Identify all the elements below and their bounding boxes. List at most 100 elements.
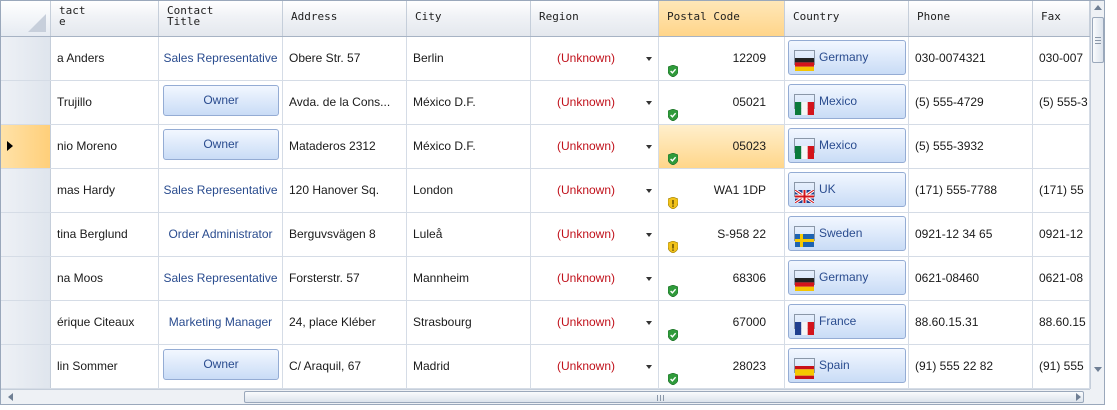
phone-cell[interactable]: (91) 555 22 82	[909, 345, 1033, 388]
address-cell[interactable]: C/ Araquil, 67	[283, 345, 407, 388]
city-cell[interactable]: London	[407, 169, 531, 212]
contact-title-button[interactable]: Owner	[163, 349, 279, 380]
chevron-down-icon[interactable]	[646, 233, 652, 237]
row-header[interactable]	[1, 169, 51, 212]
column-header-region[interactable]: Region	[531, 1, 659, 36]
region-dropdown[interactable]: (Unknown)	[531, 301, 659, 344]
phone-cell[interactable]: 0621-08460	[909, 257, 1033, 300]
contact-name-cell[interactable]: Trujillo	[51, 81, 159, 124]
horizontal-scrollbar[interactable]	[1, 389, 1090, 404]
address-cell[interactable]: 120 Hanover Sq.	[283, 169, 407, 212]
table-row[interactable]: mas Hardy Sales Representative 120 Hanover…	[1, 169, 1090, 213]
chevron-down-icon[interactable]	[646, 321, 652, 325]
contact-name-cell[interactable]: a Anders	[51, 37, 159, 80]
fax-cell[interactable]: (5) 555-3	[1033, 81, 1090, 124]
region-dropdown[interactable]: (Unknown)	[531, 125, 659, 168]
scroll-down-arrow-icon[interactable]	[1094, 367, 1102, 372]
contact-title-button[interactable]: Owner	[163, 85, 279, 116]
table-row[interactable]: tina Berglund Order Administrator Berguvsv…	[1, 213, 1090, 257]
city-cell[interactable]: Berlin	[407, 37, 531, 80]
fax-cell[interactable]: 88.60.15	[1033, 301, 1090, 344]
column-header-name[interactable]: tact e	[51, 1, 159, 36]
vertical-scroll-thumb[interactable]	[1092, 17, 1104, 63]
region-dropdown[interactable]: (Unknown)	[531, 213, 659, 256]
row-header[interactable]	[1, 213, 51, 256]
country-cell[interactable]: Spain	[785, 345, 909, 388]
country-cell[interactable]: Germany	[785, 37, 909, 80]
city-cell[interactable]: Strasbourg	[407, 301, 531, 344]
fax-cell[interactable]: (171) 55	[1033, 169, 1090, 212]
table-row[interactable]: lin Sommer Owner C/ Araquil, 67 Madrid (Unkn…	[1, 345, 1090, 389]
country-button[interactable]: France	[788, 304, 906, 339]
row-header[interactable]	[1, 37, 51, 80]
address-cell[interactable]: Mataderos 2312	[283, 125, 407, 168]
column-header-phone[interactable]: Phone	[909, 1, 1033, 36]
city-cell[interactable]: Luleå	[407, 213, 531, 256]
address-cell[interactable]: 24, place Kléber	[283, 301, 407, 344]
contact-title-cell[interactable]: Marketing Manager	[159, 301, 283, 344]
postal-code-cell[interactable]: 12209	[659, 37, 785, 80]
row-header[interactable]	[1, 81, 51, 124]
select-all-corner[interactable]	[1, 1, 51, 36]
country-button[interactable]: Mexico	[788, 128, 906, 163]
postal-code-cell[interactable]: 05023	[659, 125, 785, 168]
region-dropdown[interactable]: (Unknown)	[531, 257, 659, 300]
row-header[interactable]	[1, 301, 51, 344]
country-cell[interactable]: Mexico	[785, 125, 909, 168]
contact-title-cell[interactable]: Order Administrator	[159, 213, 283, 256]
country-button[interactable]: Mexico	[788, 84, 906, 119]
postal-code-cell[interactable]: 67000	[659, 301, 785, 344]
city-cell[interactable]: Mannheim	[407, 257, 531, 300]
contact-name-cell[interactable]: na Moos	[51, 257, 159, 300]
chevron-down-icon[interactable]	[646, 365, 652, 369]
phone-cell[interactable]: 030-0074321	[909, 37, 1033, 80]
row-header[interactable]	[1, 125, 51, 168]
column-header-country[interactable]: Country	[785, 1, 909, 36]
fax-cell[interactable]: 030-007	[1033, 37, 1090, 80]
postal-code-cell[interactable]: 28023	[659, 345, 785, 388]
column-header-title[interactable]: Contact Title	[159, 1, 283, 36]
contact-title-cell[interactable]: Owner	[159, 81, 283, 124]
contact-title-cell[interactable]: Sales Representative	[159, 169, 283, 212]
row-header[interactable]	[1, 345, 51, 388]
contact-name-cell[interactable]: nio Moreno	[51, 125, 159, 168]
chevron-down-icon[interactable]	[646, 57, 652, 61]
contact-title-cell[interactable]: Sales Representative	[159, 257, 283, 300]
phone-cell[interactable]: (5) 555-3932	[909, 125, 1033, 168]
chevron-down-icon[interactable]	[646, 189, 652, 193]
table-row[interactable]: nio Moreno Owner Mataderos 2312 México D.F.…	[1, 125, 1090, 169]
region-dropdown[interactable]: (Unknown)	[531, 81, 659, 124]
postal-code-cell[interactable]: WA1 1DP	[659, 169, 785, 212]
fax-cell[interactable]: (91) 555	[1033, 345, 1090, 388]
contact-name-cell[interactable]: mas Hardy	[51, 169, 159, 212]
fax-cell[interactable]	[1033, 125, 1090, 168]
address-cell[interactable]: Obere Str. 57	[283, 37, 407, 80]
postal-code-cell[interactable]: 68306	[659, 257, 785, 300]
table-row[interactable]: na Moos Sales Representative Forsterstr. 5…	[1, 257, 1090, 301]
region-dropdown[interactable]: (Unknown)	[531, 345, 659, 388]
country-cell[interactable]: Sweden	[785, 213, 909, 256]
fax-cell[interactable]: 0621-08	[1033, 257, 1090, 300]
country-button[interactable]: Germany	[788, 260, 906, 295]
country-button[interactable]: Germany	[788, 40, 906, 75]
country-cell[interactable]: France	[785, 301, 909, 344]
fax-cell[interactable]: 0921-12	[1033, 213, 1090, 256]
customers-grid[interactable]: tact e Contact Title Address City Region Post…	[0, 0, 1105, 405]
city-cell[interactable]: México D.F.	[407, 81, 531, 124]
contact-title-button[interactable]: Owner	[163, 129, 279, 160]
contact-title-cell[interactable]: Sales Representative	[159, 37, 283, 80]
phone-cell[interactable]: 0921-12 34 65	[909, 213, 1033, 256]
address-cell[interactable]: Berguvsvägen 8	[283, 213, 407, 256]
row-header[interactable]	[1, 257, 51, 300]
contact-name-cell[interactable]: tina Berglund	[51, 213, 159, 256]
region-dropdown[interactable]: (Unknown)	[531, 169, 659, 212]
phone-cell[interactable]: (5) 555-4729	[909, 81, 1033, 124]
contact-title-cell[interactable]: Owner	[159, 345, 283, 388]
column-header-address[interactable]: Address	[283, 1, 407, 36]
country-button[interactable]: UK	[788, 172, 906, 207]
scroll-up-arrow-icon[interactable]	[1094, 5, 1102, 10]
contact-name-cell[interactable]: lin Sommer	[51, 345, 159, 388]
scroll-left-arrow-icon[interactable]	[8, 393, 13, 401]
table-row[interactable]: érique Citeaux Marketing Manager 24, place…	[1, 301, 1090, 345]
horizontal-scroll-thumb[interactable]	[244, 391, 1084, 403]
